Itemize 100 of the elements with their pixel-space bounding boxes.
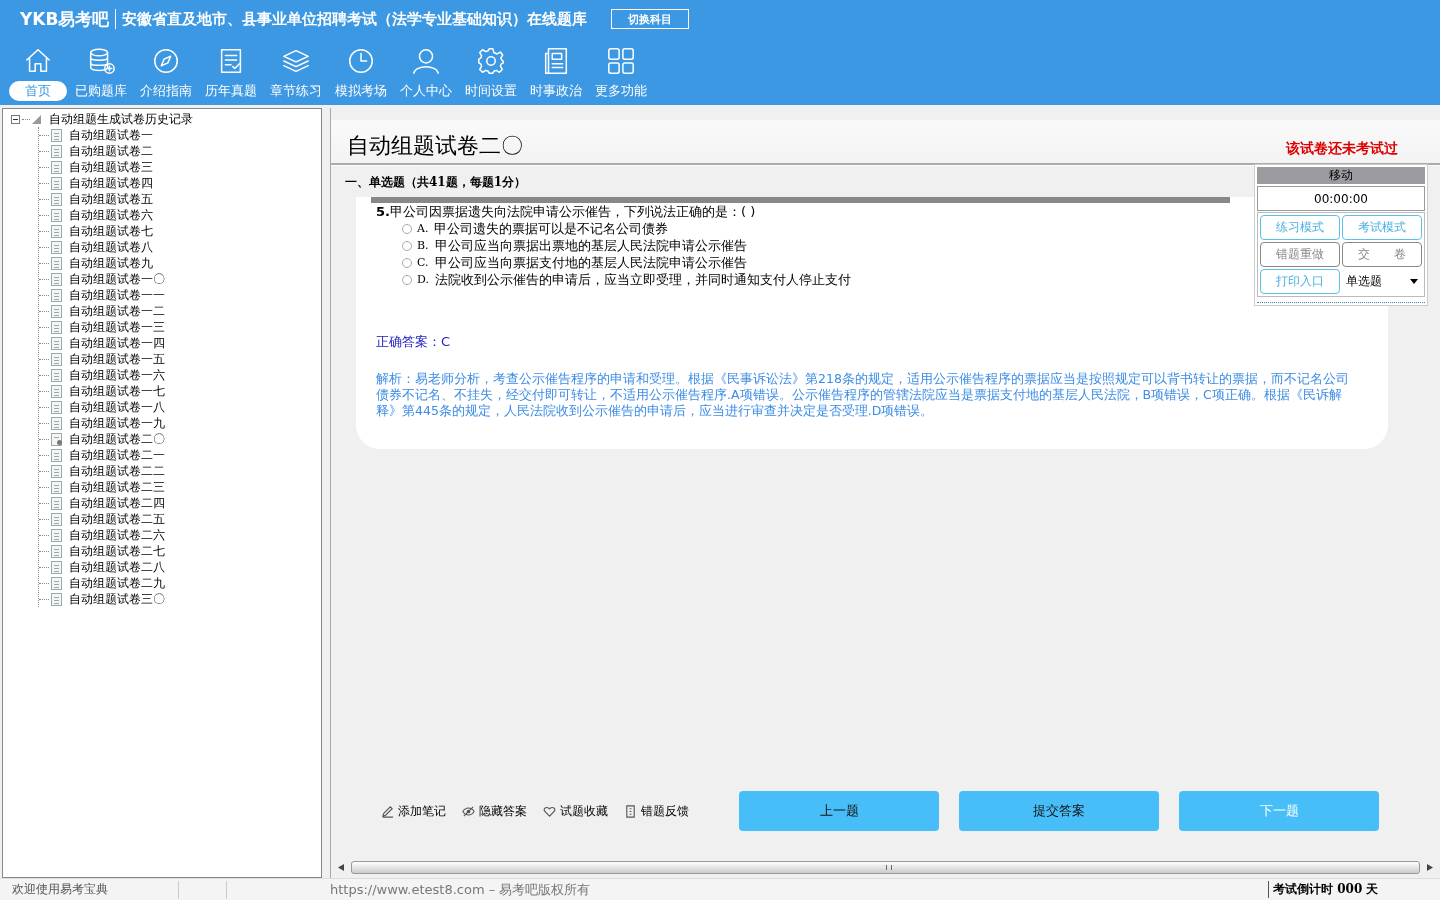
tree-item[interactable]: 自动组题试卷二二	[69, 463, 165, 479]
document-icon	[51, 528, 62, 542]
option-text: 甲公司应当向票据支付地的基层人民法院申请公示催告	[434, 253, 747, 272]
document-icon	[51, 320, 62, 334]
tree-item[interactable]: 自动组题试卷一八	[69, 399, 165, 415]
collapse-toggle-icon[interactable]	[11, 114, 20, 124]
tree-item[interactable]: 自动组题试卷二三	[69, 479, 165, 495]
radio-button[interactable]	[402, 240, 412, 251]
tree-item[interactable]: 自动组题试卷一七	[69, 383, 165, 399]
tree-item[interactable]: 自动组题试卷二一	[69, 447, 165, 463]
tool-link[interactable]: 错题反馈	[641, 802, 689, 820]
document-icon	[51, 256, 62, 270]
eye-icon[interactable]	[462, 804, 475, 818]
tree-item[interactable]: 自动组题试卷一五	[69, 351, 165, 367]
tree-item[interactable]: 自动组题试卷八	[69, 239, 153, 255]
radio-button[interactable]	[402, 223, 412, 234]
tree-item[interactable]: 自动组题试卷三	[69, 159, 153, 175]
app-title: 安徽省直及地市、县事业单位招聘考试（法学专业基础知识）在线题库	[122, 9, 588, 29]
document-icon	[51, 592, 62, 606]
gear-icon[interactable]	[475, 46, 506, 76]
triangle-icon	[32, 114, 41, 124]
tree-item[interactable]: 自动组题试卷七	[69, 223, 153, 239]
tree-item[interactable]: 自动组题试卷一三	[69, 319, 165, 335]
document-pin-icon	[51, 432, 62, 446]
document-icon	[51, 416, 62, 430]
tree-item[interactable]: 自动组题试卷二五	[69, 511, 165, 527]
document-icon	[51, 512, 62, 526]
tree-item[interactable]: 自动组题试卷五	[69, 191, 153, 207]
option-text: 甲公司遗失的票据可以是不记名公司债券	[434, 219, 669, 238]
countdown-text: 考试倒计时 000 天	[1268, 881, 1440, 898]
tree-item[interactable]: 自动组题试卷六	[69, 207, 153, 223]
tree-item[interactable]: 自动组题试卷一四	[69, 335, 165, 351]
tree-item[interactable]: 自动组题试卷三〇	[69, 591, 165, 607]
timer-display: 00:00:00	[1257, 186, 1425, 211]
question-type-dropdown[interactable]: 单选题	[1342, 269, 1422, 294]
scroll-right-icon[interactable]	[1427, 864, 1433, 871]
radio-button[interactable]	[402, 274, 412, 285]
option-text: 法院收到公示催告的申请后，应当立即受理，并同时通知支付人停止支付	[434, 270, 851, 289]
status-text: 欢迎使用易考宝典	[11, 881, 109, 898]
tree-item[interactable]: 自动组题试卷二八	[69, 559, 165, 575]
tool-link[interactable]: 隐藏答案	[479, 802, 527, 820]
pencil-icon[interactable]	[381, 804, 394, 818]
nav-button[interactable]: 提交答案	[959, 791, 1159, 831]
tree-item[interactable]: 自动组题试卷二	[69, 143, 153, 159]
document-icon	[51, 336, 62, 350]
document-icon	[51, 560, 62, 574]
tree-item[interactable]: 自动组题试卷一二	[69, 303, 165, 319]
exam-status: 该试卷还未考试过	[1286, 140, 1398, 158]
document-icon	[51, 496, 62, 510]
radio-button[interactable]	[402, 257, 412, 268]
document-icon	[51, 384, 62, 398]
logo: YKB易考吧	[20, 7, 110, 31]
document-icon	[51, 272, 62, 286]
tree-item[interactable]: 自动组题试卷二七	[69, 543, 165, 559]
option-letter: D.	[417, 273, 429, 286]
question-text: 5.甲公司因票据遗失向法院申请公示催告，下列说法正确的是：( )	[376, 203, 757, 220]
heart-icon[interactable]	[543, 804, 556, 818]
tree-item[interactable]: 自动组题试卷一〇	[69, 271, 165, 287]
user-icon[interactable]	[410, 46, 441, 76]
document-icon	[51, 160, 62, 174]
tree-item[interactable]: 自动组题试卷九	[69, 255, 153, 271]
option-letter: A.	[417, 222, 429, 235]
option-letter: C.	[417, 256, 429, 269]
document-icon	[51, 176, 62, 190]
tree-item[interactable]: 自动组题试卷四	[69, 175, 153, 191]
tree-item[interactable]: 自动组题试卷二六	[69, 527, 165, 543]
document-icon	[51, 544, 62, 558]
grid-icon[interactable]	[605, 46, 636, 76]
option-letter: B.	[417, 239, 429, 252]
tree-item[interactable]: 自动组题试卷二四	[69, 495, 165, 511]
document-icon	[51, 128, 62, 142]
tool-link[interactable]: 添加笔记	[398, 802, 446, 820]
report-icon[interactable]	[624, 804, 637, 818]
document-icon	[51, 464, 62, 478]
panel-title: 移动	[1257, 167, 1425, 184]
tree-item[interactable]: 自动组题试卷二九	[69, 575, 165, 591]
copyright-text: https://www.etest8.com – 易考吧版权所有	[329, 880, 592, 899]
option-text: 甲公司应当向票据出票地的基层人民法院申请公示催告	[434, 236, 747, 255]
document-icon	[51, 576, 62, 590]
document-icon	[51, 224, 62, 238]
tree-item[interactable]: 自动组题试卷一	[69, 127, 153, 143]
document-icon	[51, 400, 62, 414]
tree-item[interactable]: 自动组题试卷一六	[69, 367, 165, 383]
document-icon	[51, 208, 62, 222]
tree-root-label[interactable]: 自动组题生成试卷历史记录	[49, 111, 193, 127]
paper-title: 自动组题试卷二〇	[347, 132, 523, 160]
correct-answer: 正确答案：C	[376, 333, 452, 351]
document-icon	[51, 480, 62, 494]
document-icon	[51, 240, 62, 254]
tool-link[interactable]: 试题收藏	[560, 802, 608, 820]
document-icon	[51, 352, 62, 366]
document-icon	[51, 192, 62, 206]
document-icon	[51, 448, 62, 462]
tree-item[interactable]: 自动组题试卷二〇	[69, 431, 165, 447]
tree-item[interactable]: 自动组题试卷一一	[69, 287, 165, 303]
analysis-text: 解析：易老师分析，考查公示催告程序的申请和受理。根据《民事诉讼法》第218条的规定，适用公示催告程序的票据应当是按照规定可以背书转让的票据，而不记名公司债券不记名、不挂失，经交付即可转让，不适用公示催告程序.A项错误。公示催告程序的管辖法院应当是票据支付地的基层人民法院，B项错误，C项正确。根据《民诉解释》第445条的规定，人民法院收到公示催告的申请后，应当进行审查并决定是否受理.D项错误。	[376, 371, 1350, 419]
tree-item[interactable]: 自动组题试卷一九	[69, 415, 165, 431]
nav-button[interactable]: 上一题	[739, 791, 939, 831]
scroll-left-icon[interactable]	[338, 864, 344, 871]
document-icon	[51, 368, 62, 382]
